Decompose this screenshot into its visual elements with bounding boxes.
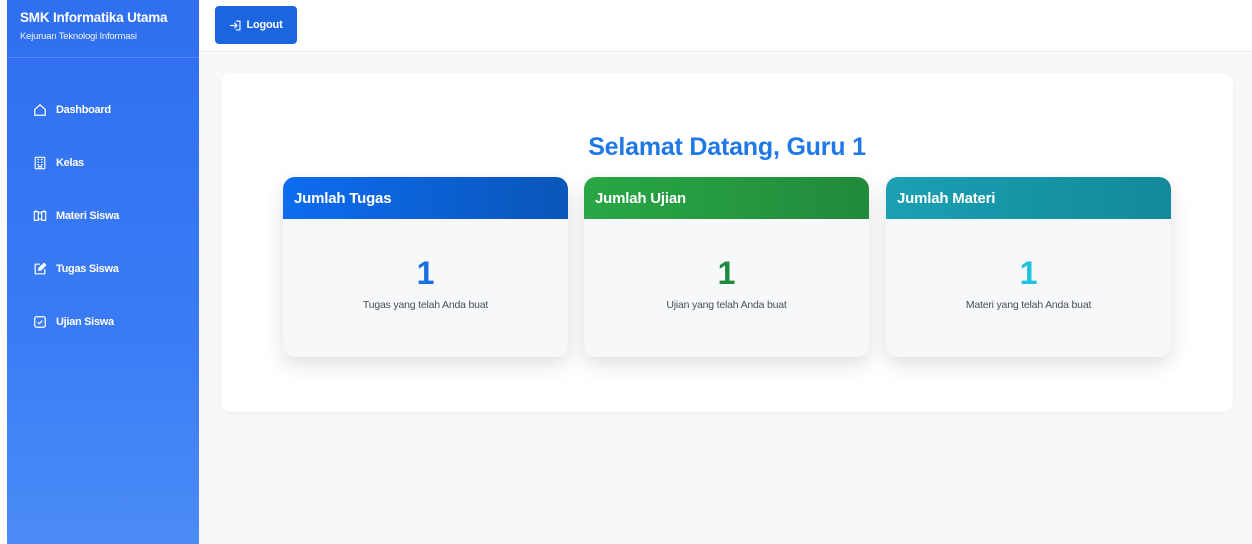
sidebar-nav: Dashboard Kelas Materi Siswa Tugas Siswa… xyxy=(7,96,199,361)
logout-label: Logout xyxy=(246,19,283,31)
sidebar: SMK Informatika Utama Kejuruan Teknologi… xyxy=(7,0,199,544)
logout-icon xyxy=(229,19,242,32)
card-jumlah-ujian: Jumlah Ujian 1 Ujian yang telah Anda bua… xyxy=(584,177,869,357)
sidebar-item-label: Materi Siswa xyxy=(56,210,120,222)
card-jumlah-materi: Jumlah Materi 1 Materi yang telah Anda b… xyxy=(886,177,1171,357)
brand-title: SMK Informatika Utama xyxy=(20,10,168,25)
card-value: 1 xyxy=(1019,255,1038,291)
page-title: Selamat Datang, Guru 1 xyxy=(588,133,866,161)
dashboard-panel: Selamat Datang, Guru 1 Jumlah Tugas 1 Tu… xyxy=(221,73,1233,412)
card-description: Ujian yang telah Anda buat xyxy=(666,299,787,311)
card-jumlah-tugas: Jumlah Tugas 1 Tugas yang telah Anda bua… xyxy=(283,177,568,357)
card-title: Jumlah Tugas xyxy=(283,177,568,219)
card-value: 1 xyxy=(416,255,435,291)
sidebar-item-label: Dashboard xyxy=(56,104,111,116)
main-content: Selamat Datang, Guru 1 Jumlah Tugas 1 Tu… xyxy=(199,53,1252,544)
sidebar-item-label: Ujian Siswa xyxy=(56,316,114,328)
sidebar-item-dashboard[interactable]: Dashboard xyxy=(7,96,199,124)
check-square-icon xyxy=(33,315,47,329)
brand: SMK Informatika Utama Kejuruan Teknologi… xyxy=(7,0,199,58)
card-description: Materi yang telah Anda buat xyxy=(965,299,1092,311)
logout-button[interactable]: Logout xyxy=(215,6,297,44)
topbar: Logout xyxy=(199,0,1252,52)
edit-icon xyxy=(33,262,47,276)
card-title: Jumlah Ujian xyxy=(584,177,869,219)
building-icon xyxy=(33,156,47,170)
card-value: 1 xyxy=(717,255,736,291)
card-title: Jumlah Materi xyxy=(886,177,1171,219)
brand-subtitle: Kejuruan Teknologi Informasi xyxy=(20,31,137,42)
sidebar-item-ujian-siswa[interactable]: Ujian Siswa xyxy=(7,308,199,336)
home-icon xyxy=(33,103,47,117)
sidebar-item-label: Kelas xyxy=(56,157,84,169)
sidebar-item-materi-siswa[interactable]: Materi Siswa xyxy=(7,202,199,230)
card-description: Tugas yang telah Anda buat xyxy=(362,299,489,311)
book-icon xyxy=(33,209,47,223)
sidebar-item-tugas-siswa[interactable]: Tugas Siswa xyxy=(7,255,199,283)
sidebar-item-label: Tugas Siswa xyxy=(56,263,119,275)
sidebar-item-kelas[interactable]: Kelas xyxy=(7,149,199,177)
